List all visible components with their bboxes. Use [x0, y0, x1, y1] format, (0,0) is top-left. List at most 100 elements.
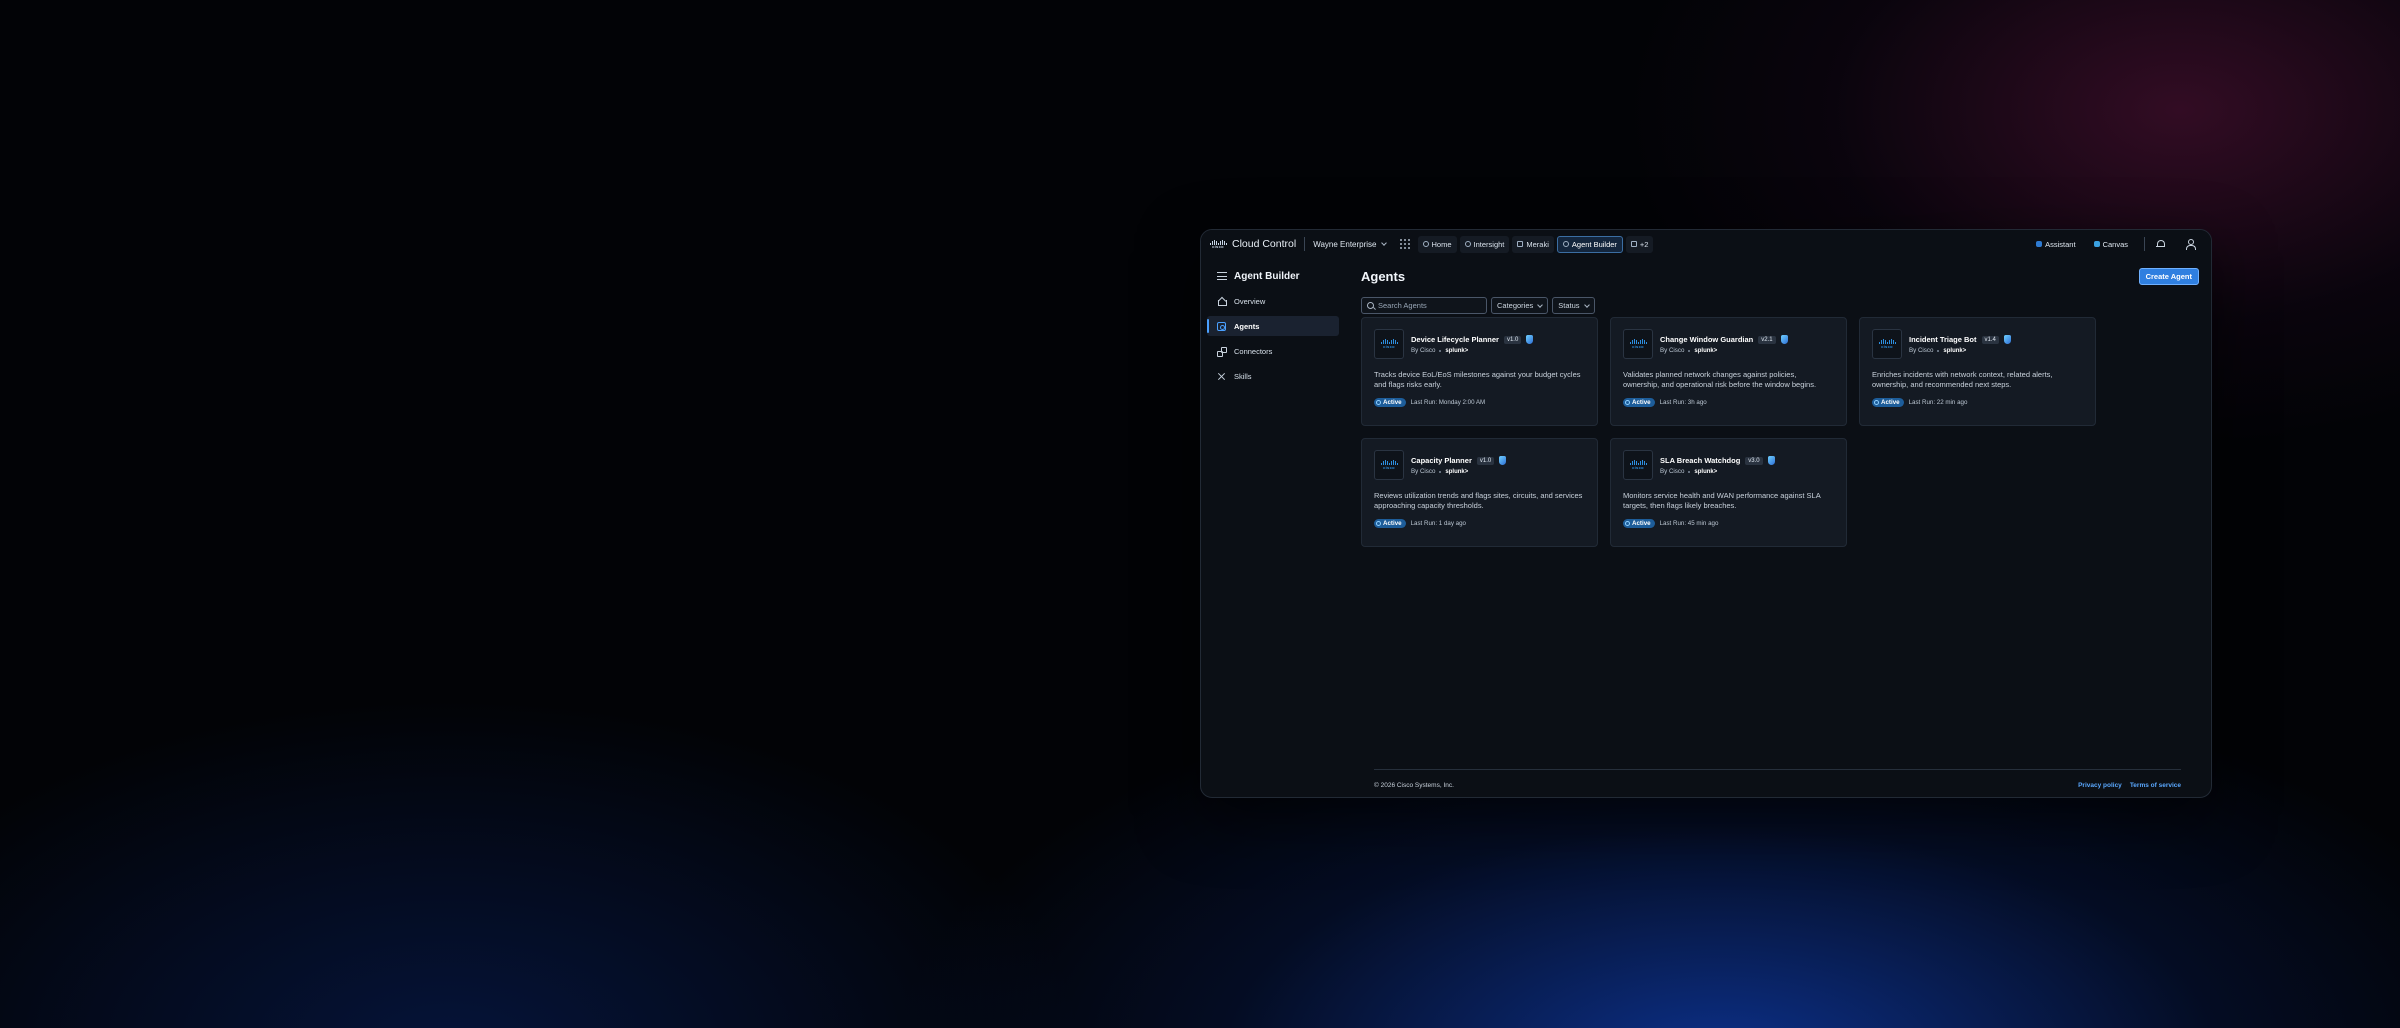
last-run: Last Run: 3h ago	[1659, 399, 1707, 406]
search-input[interactable]	[1378, 301, 1478, 310]
tenant-label: Wayne Enterprise	[1313, 239, 1377, 249]
cisco-logo-icon: cisco	[1623, 450, 1653, 480]
verified-shield-icon	[2003, 335, 2011, 344]
create-agent-button[interactable]: Create Agent	[2138, 267, 2199, 285]
tenant-selector[interactable]: Wayne Enterprise	[1313, 239, 1387, 249]
brand-mark: cisco	[1632, 344, 1644, 349]
nav-tab-meraki[interactable]: Meraki	[1512, 235, 1554, 253]
sidebar-header: Agent Builder	[1207, 266, 1339, 286]
status-label: Active	[1632, 520, 1651, 527]
status-icon	[1874, 400, 1879, 405]
top-bar: cisco Cloud Control Wayne Enterprise Hom…	[1201, 230, 2211, 258]
partner-logo: splunk>	[1943, 347, 1967, 354]
agent-name: Device Lifecycle Planner	[1411, 335, 1499, 344]
brand-mark: cisco	[1383, 344, 1395, 349]
page-header: Agents Create Agent	[1361, 266, 2199, 286]
nav-tab-intersight[interactable]: Intersight	[1459, 235, 1510, 253]
agent-card[interactable]: cisco Capacity Planner v1.0 By Cisco spl…	[1361, 438, 1598, 547]
divider	[1304, 237, 1306, 251]
footer: © 2026 Cisco Systems, Inc. Privacy polic…	[1374, 769, 2181, 789]
publisher-label: By Cisco	[1660, 347, 1685, 354]
sidebar-item-agents[interactable]: Agents	[1207, 316, 1339, 336]
partner-logo: splunk>	[1694, 468, 1718, 475]
last-run: Last Run: 45 min ago	[1659, 520, 1719, 527]
cisco-logo-icon: cisco	[1209, 239, 1227, 249]
home-icon	[1217, 297, 1227, 306]
hamburger-menu-icon[interactable]	[1217, 272, 1227, 280]
nav-tab-more[interactable]: +2	[1625, 235, 1654, 253]
brand-mark: cisco	[1212, 243, 1224, 249]
assistant-button[interactable]: Assistant	[2030, 236, 2081, 252]
agent-card[interactable]: cisco Device Lifecycle Planner v1.0 By C…	[1361, 317, 1598, 426]
brand-mark: cisco	[1881, 344, 1893, 349]
version-badge: v1.4	[1981, 335, 1999, 344]
canvas-button[interactable]: Canvas	[2088, 236, 2134, 252]
status-icon	[1376, 400, 1381, 405]
connectors-icon	[1217, 346, 1227, 357]
separator-dot	[1439, 470, 1442, 473]
cisco-logo-icon: cisco	[1623, 329, 1653, 359]
agent-card[interactable]: cisco Incident Triage Bot v1.4 By Cisco …	[1859, 317, 2096, 426]
publisher-label: By Cisco	[1411, 468, 1436, 475]
sidebar-item-overview[interactable]: Overview	[1207, 291, 1339, 311]
status-icon	[1625, 400, 1630, 405]
sidebar-item-skills[interactable]: Skills	[1207, 366, 1339, 386]
meraki-icon	[1517, 241, 1524, 247]
separator-dot	[1688, 349, 1691, 352]
app-launcher-icon[interactable]	[1399, 239, 1410, 249]
agent-card[interactable]: cisco SLA Breach Watchdog v3.0 By Cisco …	[1610, 438, 1847, 547]
verified-shield-icon	[1780, 335, 1788, 344]
user-icon[interactable]	[2185, 239, 2196, 250]
sidebar-item-label: Agents	[1234, 321, 1260, 331]
agent-description: Tracks device EoL/EoS milestones against…	[1374, 370, 1581, 389]
page-title: Agents	[1361, 268, 1406, 284]
version-badge: v1.0	[1503, 335, 1522, 344]
publisher-label: By Cisco	[1909, 347, 1934, 354]
brand-mark: cisco	[1383, 465, 1395, 470]
chevron-down-icon	[1380, 240, 1387, 246]
tools-icon	[1217, 372, 1226, 381]
dropdown-label: Categories	[1497, 301, 1534, 310]
status-label: Active	[1632, 399, 1651, 406]
divider	[2144, 237, 2145, 251]
more-icon	[1630, 241, 1637, 247]
canvas-icon	[2093, 241, 2100, 247]
status-badge: Active	[1374, 398, 1406, 407]
sidebar-title: Agent Builder	[1234, 270, 1300, 282]
agent-publisher: By Cisco splunk>	[1660, 468, 1775, 475]
agent-name: Change Window Guardian	[1660, 335, 1754, 344]
cisco-logo-icon: cisco	[1374, 329, 1404, 359]
brand-mark: cisco	[1632, 465, 1644, 470]
bell-icon[interactable]	[2155, 239, 2165, 249]
sidebar-item-label: Overview	[1234, 296, 1266, 306]
status-badge: Active	[1374, 519, 1406, 528]
agent-publisher: By Cisco splunk>	[1909, 347, 2011, 354]
version-badge: v1.0	[1476, 456, 1495, 465]
terms-of-service-link[interactable]: Terms of service	[2130, 782, 2181, 789]
agent-description: Monitors service health and WAN performa…	[1623, 491, 1821, 510]
sidebar-item-connectors[interactable]: Connectors	[1207, 341, 1339, 361]
partner-logo: splunk>	[1445, 468, 1469, 475]
agent-description: Enriches incidents with network context,…	[1872, 370, 2053, 389]
status-dropdown[interactable]: Status	[1552, 297, 1595, 314]
nav-tab-agent-builder[interactable]: Agent Builder	[1556, 235, 1623, 253]
verified-shield-icon	[1526, 335, 1534, 344]
nav-tab-label: Meraki	[1526, 239, 1549, 249]
app-logo[interactable]: cisco Cloud Control	[1209, 238, 1296, 250]
assistant-icon	[2036, 241, 2043, 247]
app-title: Cloud Control	[1232, 238, 1297, 250]
top-right-actions: Assistant Canvas	[2030, 236, 2203, 252]
sidebar-item-label: Connectors	[1234, 346, 1273, 356]
partner-logo: splunk>	[1445, 347, 1469, 354]
agent-card[interactable]: cisco Change Window Guardian v2.1 By Cis…	[1610, 317, 1847, 426]
version-badge: v3.0	[1745, 456, 1763, 465]
dropdown-label: Status	[1558, 301, 1580, 310]
home-icon	[1422, 241, 1429, 247]
assistant-label: Assistant	[2045, 239, 2076, 249]
chevron-down-icon	[1537, 301, 1544, 308]
filter-bar: Categories Status	[1361, 297, 2199, 314]
privacy-policy-link[interactable]: Privacy policy	[2078, 782, 2122, 789]
categories-dropdown[interactable]: Categories	[1491, 297, 1549, 314]
nav-tab-home[interactable]: Home	[1417, 235, 1457, 253]
sidebar-item-label: Skills	[1234, 371, 1252, 381]
